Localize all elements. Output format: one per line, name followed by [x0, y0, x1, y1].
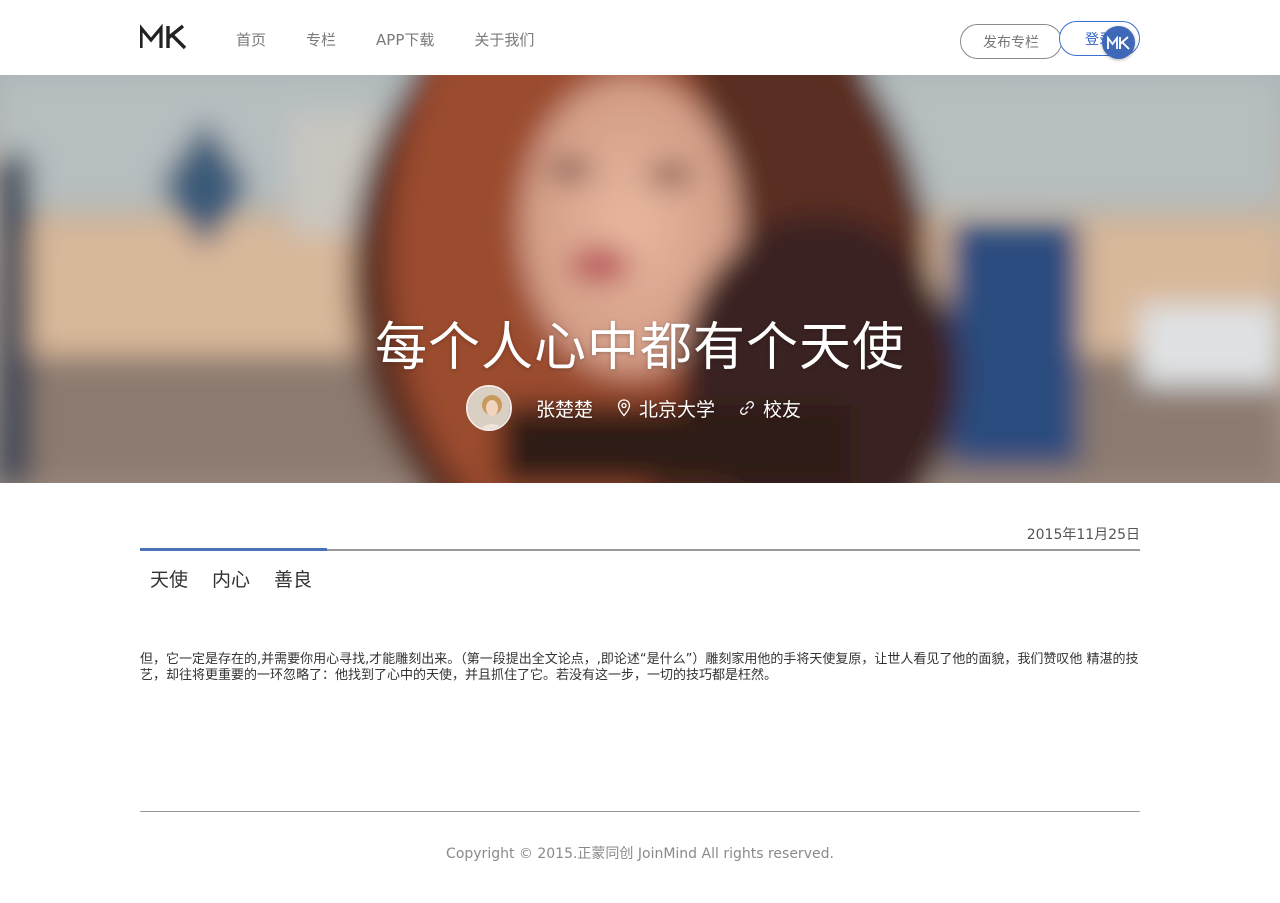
site-header: 首页 专栏 APP下载 关于我们 发布专栏 登录	[0, 0, 1280, 75]
mk-floating-badge[interactable]	[1102, 26, 1135, 59]
footer-divider	[140, 811, 1140, 812]
author-name[interactable]: 张楚楚	[536, 395, 593, 422]
section-divider-accent	[140, 548, 327, 551]
article-title: 每个人心中都有个天使	[374, 318, 905, 378]
relation-label: 校友	[763, 398, 802, 421]
main-nav: 首页 专栏 APP下载 关于我们	[236, 29, 574, 50]
nav-columns[interactable]: 专栏	[306, 29, 336, 50]
author-location: 北京大学	[617, 395, 715, 422]
tag-item[interactable]: 善良	[274, 565, 312, 592]
location-pin-icon	[617, 399, 631, 417]
copyright-text: Copyright © 2015.正蒙同创 JoinMind All right…	[446, 846, 834, 862]
nav-about-us[interactable]: 关于我们	[474, 29, 534, 50]
article-body: 但，它一定是存在的,并需要你用心寻找,才能雕刻出来。（第一段提出全文论点，,即论…	[140, 652, 1139, 683]
mk-logo[interactable]	[139, 23, 188, 50]
author-meta: 张楚楚 北京大学 校友	[466, 383, 825, 433]
link-icon	[740, 401, 754, 415]
nav-app-download[interactable]: APP下载	[376, 29, 434, 50]
author-avatar[interactable]	[466, 385, 512, 431]
hero-banner: 每个人心中都有个天使 张楚楚 北京大学 校友	[0, 75, 1280, 483]
nav-home[interactable]: 首页	[236, 29, 266, 50]
tag-item[interactable]: 内心	[212, 565, 250, 592]
publish-column-button[interactable]: 发布专栏	[960, 24, 1062, 59]
author-name-label: 张楚楚	[536, 398, 594, 421]
tag-list: 天使 内心 善良	[150, 565, 336, 592]
tag-item[interactable]: 天使	[150, 565, 188, 592]
publish-date: 2015年11月25日	[1026, 527, 1140, 543]
author-relation: 校友	[739, 395, 801, 422]
location-label: 北京大学	[639, 398, 716, 421]
